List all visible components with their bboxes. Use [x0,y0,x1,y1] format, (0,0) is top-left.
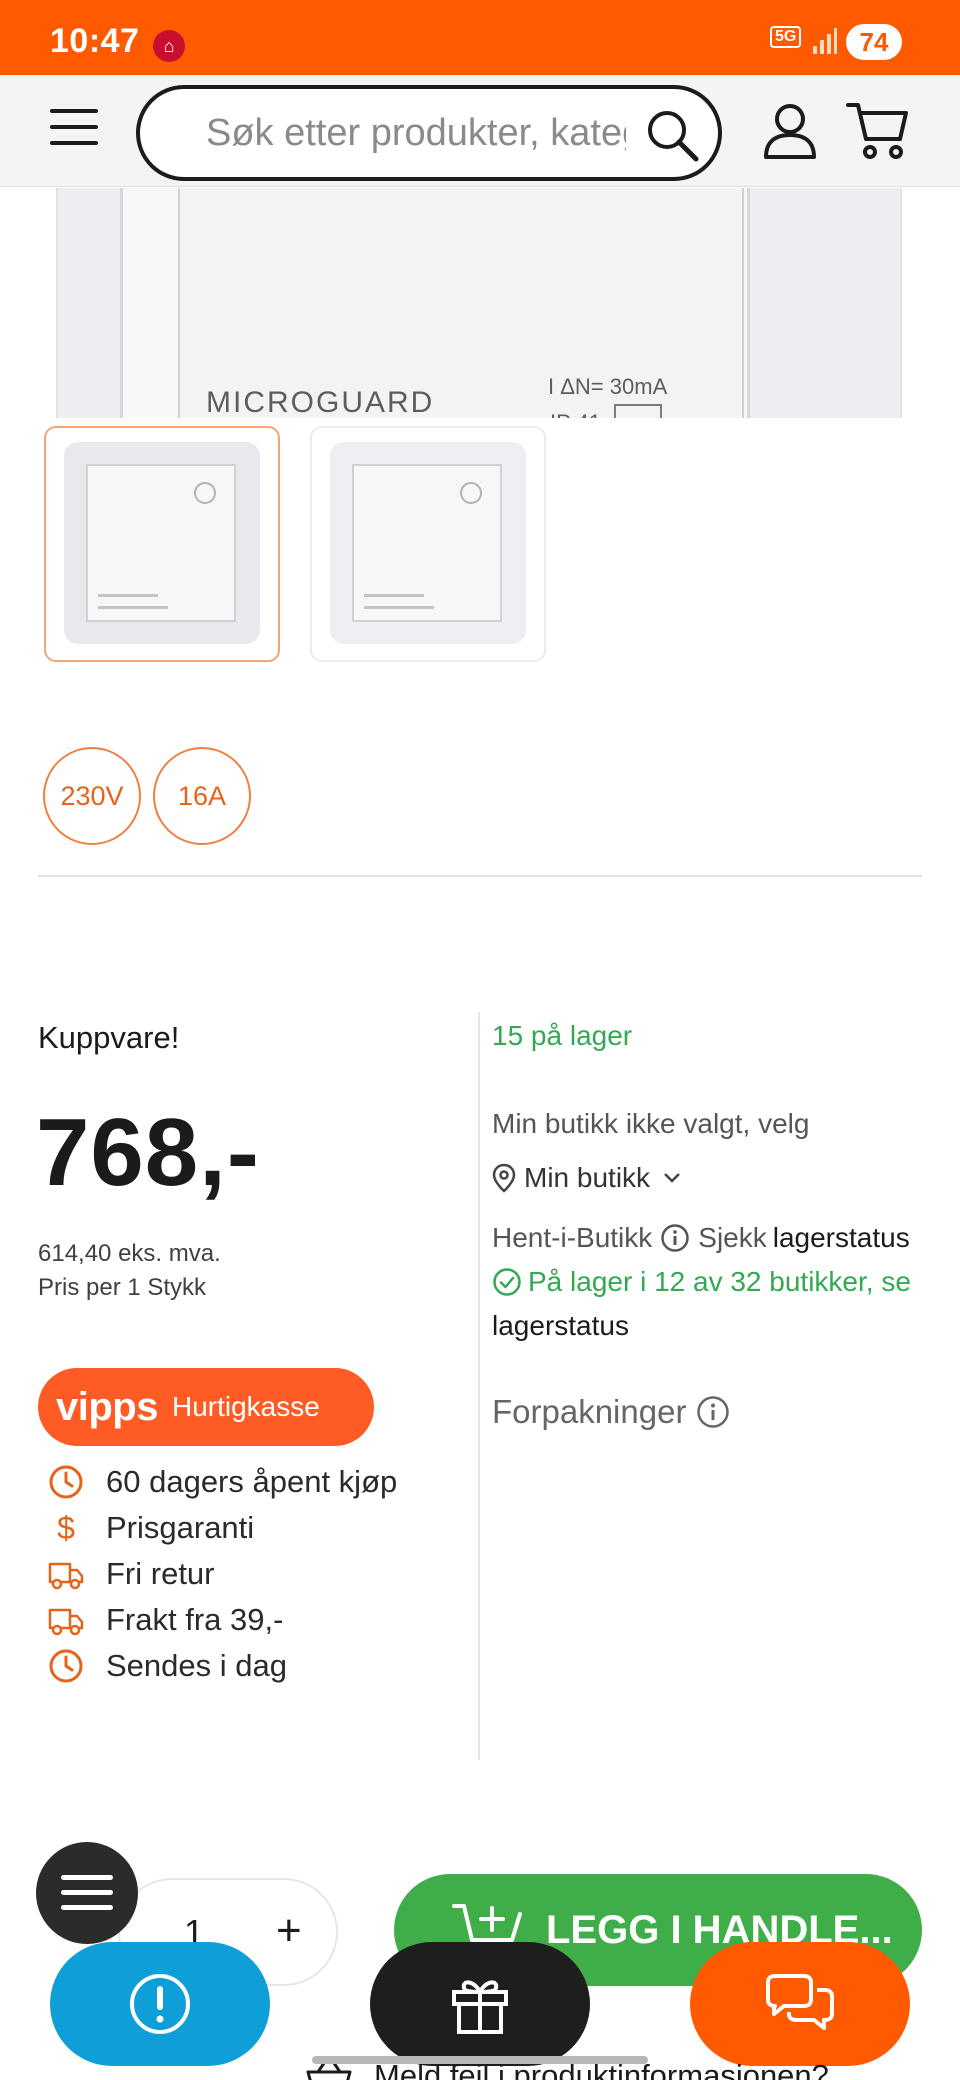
thumbnail-test-button [194,482,216,504]
pickup-in-store-row: Hent-i-Butikk Sjekk lagerstatus [492,1220,910,1256]
voltage-badge: 230V [43,747,141,845]
hamburger-menu-icon[interactable] [48,105,100,149]
thumbnail-1[interactable] [44,426,280,662]
search-icon[interactable] [644,107,700,163]
product-spec-current: I ΔN= 30mA [548,374,668,399]
site-header [0,75,960,187]
check-label: Sjekk [698,1222,767,1253]
dollar-icon: $ [57,1509,75,1546]
floating-menu-button[interactable] [36,1842,138,1944]
thumbnail-2[interactable] [310,426,546,662]
store-prompt: Min butikk ikke valgt, velg [492,1108,810,1139]
network-type: 5G [770,26,802,48]
feature-shipping: Frakt fra 39,- [48,1600,283,1640]
search-input[interactable] [206,103,626,163]
chevron-down-icon [664,1173,680,1183]
thumbnail-test-button [460,482,482,504]
product-main-image[interactable]: MICROGUARD I ΔN= 30mA IP 41 [0,188,960,418]
check-stock-link[interactable]: lagerstatus [773,1222,910,1254]
feedback-button[interactable] [50,1942,270,2066]
pickup-label: Hent-i-Butikk [492,1222,653,1253]
product-brand-print: MICROGUARD [206,386,435,418]
battery-level: 74 [846,24,902,60]
home-indicator[interactable] [312,2056,648,2064]
info-icon[interactable] [696,1395,730,1429]
feature-free-return: Fri retur [48,1554,215,1594]
cart-icon[interactable] [846,99,910,161]
section-divider [38,875,922,877]
truck-icon [48,1608,84,1636]
availability-text: På lager i 12 av 32 butikker, se [528,1266,911,1297]
chat-button[interactable] [690,1942,910,2066]
status-bar: 10:47 ⌂ 5G 74 [0,0,960,75]
current-badge: 16A [153,747,251,845]
stock-status-link[interactable]: lagerstatus [492,1310,629,1342]
vipps-express-checkout-button[interactable]: vipps Hurtigkasse [38,1368,374,1446]
waveform-symbol-icon [614,404,662,418]
quantity-plus-button[interactable]: + [276,1906,302,1956]
feature-open-purchase: 60 dagers åpent kjøp [48,1462,397,1502]
thumbnail-print-line [98,594,158,597]
feature-label: Prisgaranti [106,1510,255,1545]
product-spec-ip: IP 41 [550,410,601,418]
feature-label: Fri retur [106,1556,215,1591]
vipps-logo: vipps [56,1384,158,1429]
clock-icon [49,1465,83,1499]
my-store-selector[interactable]: Min butikk [492,1160,682,1196]
exclamation-circle-icon [130,1974,190,2034]
feature-label: Sendes i dag [106,1648,287,1683]
price-ex-vat: 614,40 eks. mva. [38,1240,221,1267]
thumbnail-print-line [364,594,424,597]
search-bar [136,85,722,181]
account-icon[interactable] [762,101,818,161]
price-per-unit: Pris per 1 Stykk [38,1274,207,1301]
stock-count: 15 på lager [492,1020,633,1051]
product-price: 768,- [36,1099,260,1206]
chat-bubbles-icon [766,1974,834,2030]
gift-button[interactable] [370,1942,590,2066]
my-store-label: Min butikk [524,1162,651,1193]
feature-price-guarantee: $ Prisgaranti [48,1508,254,1548]
thumbnail-print-line [98,606,168,609]
stock-availability: På lager i 12 av 32 butikker, se [492,1264,911,1300]
feature-label: 60 dagers åpent kjøp [106,1464,398,1499]
info-icon[interactable] [660,1223,690,1253]
clock-icon [49,1649,83,1683]
packaging-label: Forpakninger [492,1393,687,1430]
packaging-row[interactable]: Forpakninger [492,1390,730,1434]
signal-icon [813,28,837,54]
status-time: 10:47 [50,22,140,60]
thumbnail-print-line [364,606,434,609]
feature-label: Frakt fra 39,- [106,1602,284,1637]
truck-icon [48,1562,84,1590]
check-circle-icon [493,1268,521,1296]
feature-ships-today: Sendes i dag [48,1646,287,1686]
location-pin-icon [492,1163,516,1193]
vipps-label: Hurtigkasse [171,1391,320,1422]
gift-icon [452,1980,508,2034]
hamburger-icon [61,1875,113,1910]
column-divider [478,1012,480,1760]
deal-label: Kuppvare! [38,1020,180,1055]
app-notification-icon: ⌂ [153,30,185,62]
